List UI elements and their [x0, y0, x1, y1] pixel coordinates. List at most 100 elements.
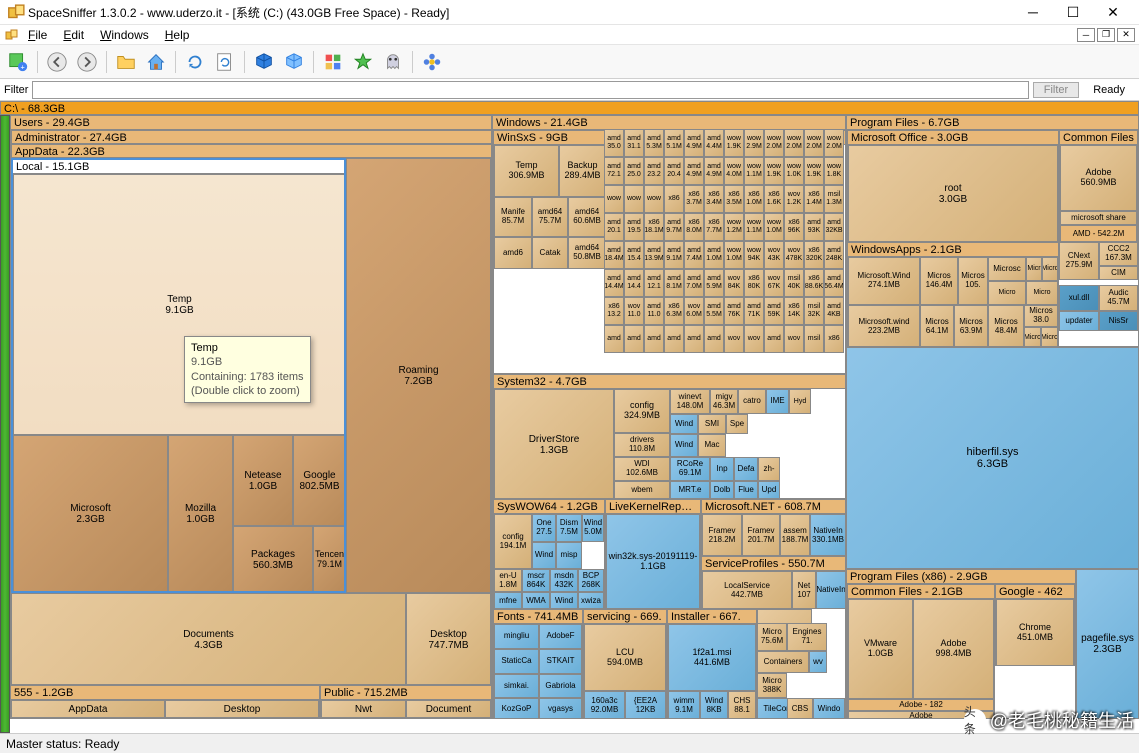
filter-input[interactable] — [32, 81, 1028, 99]
chrome[interactable]: Chrome451.0MB — [996, 599, 1074, 666]
msoffice-header[interactable]: Microsoft Office - 3.0GB — [848, 131, 1058, 145]
winsxs-cell[interactable]: wow1.0K — [784, 157, 804, 185]
winsxs-cell[interactable]: x8688.6K — [804, 269, 824, 297]
home-button[interactable] — [142, 48, 170, 76]
winsxs-cell[interactable]: wow2.0M — [824, 129, 844, 157]
local-header[interactable]: Local - 15.1GB — [13, 160, 344, 174]
commonfilesx86-header[interactable]: Common Files - 2.1GB — [848, 585, 994, 599]
winsxs-cell[interactable]: x868.0M — [684, 213, 704, 241]
appdata-b[interactable]: AppData — [11, 700, 165, 718]
winsxs-cell[interactable]: amd11.0 — [644, 297, 664, 325]
winsxs-cell[interactable]: msil1.3M — [824, 185, 844, 213]
winsxs-cell[interactable]: amd — [764, 325, 784, 353]
winsxs-cell[interactable]: amd93K — [804, 213, 824, 241]
winsxs-cell[interactable]: x8618.1M — [644, 213, 664, 241]
winsxs-cell[interactable]: wow1.2M — [724, 213, 744, 241]
winsxs-cell[interactable]: wov — [724, 325, 744, 353]
winsxs-cell[interactable]: amd5.3M — [644, 129, 664, 157]
cube-outline-button[interactable] — [280, 48, 308, 76]
serviceprofiles-header[interactable]: ServiceProfiles - 550.7M — [702, 557, 846, 571]
winsxs-cell[interactable]: amd32KB — [824, 213, 844, 241]
winsxs-cell[interactable]: wov — [744, 325, 764, 353]
winsxs-cell[interactable]: wow2.0M — [804, 129, 824, 157]
winsxs-cell[interactable]: msil — [804, 325, 824, 353]
winsxs-cell[interactable]: amd4.4M — [704, 129, 724, 157]
menu-file[interactable]: File — [20, 26, 55, 44]
winsxs-cell[interactable]: amd — [624, 325, 644, 353]
winsxs-cell[interactable]: wow94K — [744, 241, 764, 269]
fonts-header[interactable]: Fonts - 741.4MB — [494, 610, 582, 624]
programfiles-header[interactable]: Program Files - 6.7GB — [847, 116, 1138, 130]
winsxs-cell[interactable]: x861.4M — [804, 185, 824, 213]
manifests[interactable]: Manife85.7M — [494, 197, 532, 237]
config[interactable]: config324.9MB — [614, 389, 670, 433]
winsxs-cell[interactable]: msil32K — [804, 297, 824, 325]
winsxs-cell[interactable]: amd18.4M — [604, 241, 624, 269]
winsxs-cell[interactable]: amd4KB — [824, 297, 844, 325]
desktop-block[interactable]: Desktop 747.7MB — [406, 593, 491, 685]
ghost-button[interactable] — [379, 48, 407, 76]
winsxs-cell[interactable]: wow1.0M — [724, 241, 744, 269]
winsxs-cell[interactable]: x8696K — [784, 213, 804, 241]
winsxs-cell[interactable]: x863.4M — [704, 185, 724, 213]
mozilla-block[interactable]: Mozilla 1.0GB — [168, 435, 233, 593]
winsxs-cell[interactable]: amd14.4 — [624, 269, 644, 297]
back-button[interactable] — [43, 48, 71, 76]
blocks-button[interactable] — [319, 48, 347, 76]
reload-button[interactable] — [211, 48, 239, 76]
winsxs-cell[interactable]: msil40K — [784, 269, 804, 297]
refresh-button[interactable] — [181, 48, 209, 76]
winsxs-cell[interactable]: x863.7M — [684, 185, 704, 213]
winsxs-cell[interactable]: amd72.1 — [604, 157, 624, 185]
cube-solid-button[interactable] — [250, 48, 278, 76]
documents-block[interactable]: Documents 4.3GB — [11, 593, 406, 685]
winsxs-cell[interactable]: amd — [644, 325, 664, 353]
winsxs-cell[interactable]: wov84K — [724, 269, 744, 297]
treemap[interactable]: C:\ - 68.3GB Users - 29.4GB Administrato… — [0, 101, 1139, 733]
winsxs-cell[interactable]: amd7.4M — [684, 241, 704, 269]
winsxs-cell[interactable]: amd4.9M — [704, 157, 724, 185]
winsxs-cell[interactable]: amd — [704, 325, 724, 353]
winsxs-cell[interactable]: amd5.9M — [704, 269, 724, 297]
winsxs-cell[interactable]: wov6.0M — [684, 297, 704, 325]
syswow64-header[interactable]: SysWOW64 - 1.2GB — [494, 500, 604, 514]
winsxs-cell[interactable]: amd25.0 — [624, 157, 644, 185]
winsxs-cell[interactable]: x8614K — [784, 297, 804, 325]
wsxs-backup[interactable]: Backup289.4MB — [559, 145, 606, 197]
flower-button[interactable] — [418, 48, 446, 76]
winsxs-cell[interactable]: amd4.9M — [684, 157, 704, 185]
winsxs-cell[interactable]: x863.5M — [724, 185, 744, 213]
winsxs-cell[interactable]: wow — [604, 185, 624, 213]
google-block[interactable]: Google 802.5MB — [293, 435, 346, 526]
root-header[interactable]: C:\ - 68.3GB — [1, 102, 1138, 115]
winsxs-cell[interactable]: amd15.4 — [624, 241, 644, 269]
winsxs-cell[interactable]: x86 — [664, 185, 684, 213]
winsxs-cell[interactable]: wov67K — [764, 269, 784, 297]
winsxs-cell[interactable]: x861.0M — [744, 185, 764, 213]
winsxs-cell[interactable]: amd12.1 — [644, 269, 664, 297]
winsxs-cell[interactable]: amd59K — [764, 297, 784, 325]
winsxs-cell[interactable]: amd — [664, 325, 684, 353]
winsxs-cell[interactable]: amd20.1 — [604, 213, 624, 241]
winsxs-cell[interactable]: amd14.4M — [604, 269, 624, 297]
users-header[interactable]: Users - 29.4GB — [11, 116, 491, 130]
winsxs-cell[interactable]: wov11.0 — [624, 297, 644, 325]
windows-header[interactable]: Windows - 21.4GB — [493, 116, 845, 130]
folder-button[interactable] — [112, 48, 140, 76]
forward-button[interactable] — [73, 48, 101, 76]
winsxs-cell[interactable]: amd13.9M — [644, 241, 664, 269]
winsxs-cell[interactable]: amd5.5M — [704, 297, 724, 325]
menu-windows[interactable]: Windows — [92, 26, 157, 44]
winsxs-cell[interactable]: wov1.2K — [784, 185, 804, 213]
livekernel-header[interactable]: LiveKernelReports - 1.1 — [606, 500, 700, 514]
windowsapps-header[interactable]: WindowsApps - 2.1GB — [848, 243, 1058, 257]
winsxs-cell[interactable]: wow4.0M — [724, 157, 744, 185]
msnet-header[interactable]: Microsoft.NET - 608.7M — [702, 500, 846, 514]
wsxs-temp[interactable]: Temp306.9MB — [494, 145, 559, 197]
appdata-header[interactable]: AppData - 22.3GB — [12, 145, 492, 158]
winsxs-cell[interactable]: wow1.1M — [744, 157, 764, 185]
winsxs-cell[interactable]: x867.7M — [704, 213, 724, 241]
winsxs-cell[interactable]: amd20.4 — [664, 157, 684, 185]
desktop-b[interactable]: Desktop — [165, 700, 319, 718]
winsxs-cell[interactable]: x86320K — [804, 241, 824, 269]
